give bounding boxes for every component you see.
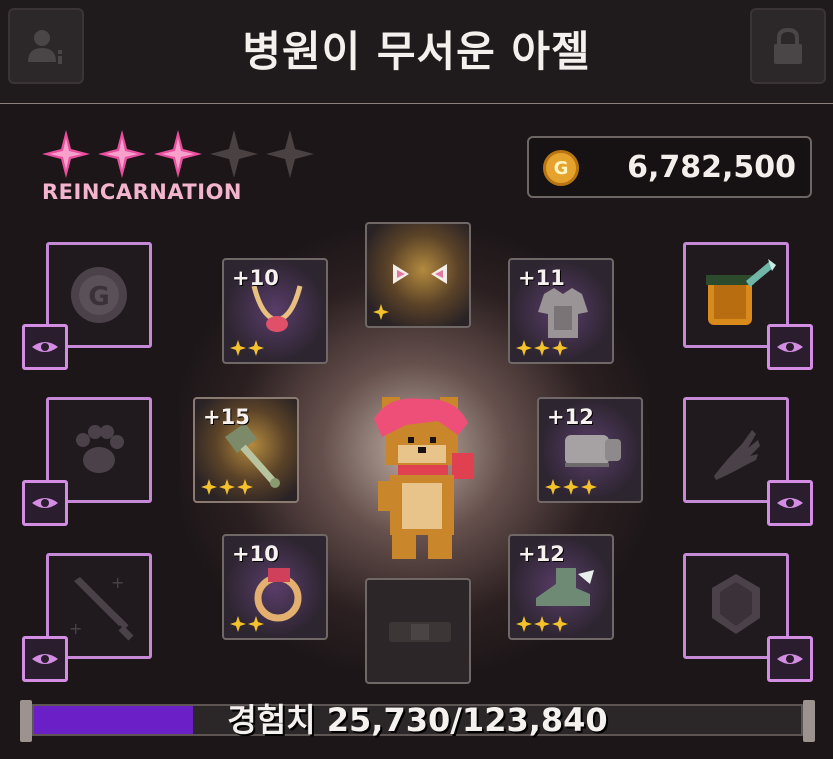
cat-ears-icon	[393, 264, 447, 284]
svg-text:+: +	[69, 619, 82, 638]
equip-slot-armor[interactable]: +11	[508, 258, 614, 364]
rank-diamond-icon	[545, 479, 561, 495]
star-empty-icon	[266, 130, 314, 178]
rank-diamond-icon	[516, 340, 532, 356]
star-filled-icon	[154, 130, 202, 178]
svg-text:G: G	[88, 282, 109, 312]
eye-icon	[32, 342, 58, 352]
view-toggle-button[interactable]	[22, 636, 68, 682]
enhance-level: +12	[547, 405, 594, 429]
equip-slot-head[interactable]	[365, 222, 471, 328]
equip-slot-ring[interactable]: +10	[222, 534, 328, 640]
gloves-icon	[565, 435, 621, 467]
enhance-level: +10	[232, 542, 279, 566]
svg-text:+: +	[111, 573, 124, 592]
star-filled-icon	[42, 130, 90, 178]
star-filled-icon	[98, 130, 146, 178]
eye-icon	[777, 498, 803, 508]
eye-icon	[777, 654, 803, 664]
gold-display: G 6,782,500	[527, 136, 812, 198]
rank-diamond-icon	[248, 616, 264, 632]
rank-diamond-icon	[248, 340, 264, 356]
enhance-level: +11	[518, 266, 565, 290]
eye-icon	[32, 498, 58, 508]
rank-diamond-icon	[581, 479, 597, 495]
belt-icon	[389, 622, 451, 642]
rank-diamond-icon	[230, 340, 246, 356]
equip-slot-necklace[interactable]: +10	[222, 258, 328, 364]
rank-diamond-icon	[552, 616, 568, 632]
character-name-title: 병원이 무서운 아젤	[242, 27, 591, 76]
rank-diamond-icon	[534, 340, 550, 356]
lock-button[interactable]	[750, 8, 826, 84]
equip-slot-gloves[interactable]: +12	[537, 397, 643, 503]
enhance-level: +10	[232, 266, 279, 290]
rank-diamond-icon	[563, 479, 579, 495]
gold-amount: 6,782,500	[627, 150, 796, 185]
top-bar: 병원이 무서운 아젤	[0, 0, 833, 104]
rank-diamond-icon	[230, 616, 246, 632]
view-toggle-button[interactable]	[767, 636, 813, 682]
enhance-level: +15	[203, 405, 250, 429]
rank-diamonds	[230, 616, 264, 632]
eye-icon	[32, 654, 58, 664]
rank-diamonds	[230, 340, 264, 356]
rank-diamond-icon	[516, 616, 532, 632]
rank-diamond-icon	[237, 479, 253, 495]
boots-icon	[536, 568, 594, 606]
character-sprite	[374, 397, 474, 559]
rank-diamond-icon	[552, 340, 568, 356]
reincarnation-stars	[40, 128, 316, 180]
star-empty-icon	[210, 130, 258, 178]
view-toggle-button[interactable]	[767, 324, 813, 370]
experience-bar: 경험치 25,730/123,840	[20, 700, 815, 742]
eye-icon	[777, 342, 803, 352]
gold-coin-icon: G	[543, 150, 579, 186]
rank-diamond-icon	[534, 616, 550, 632]
rank-diamonds	[201, 479, 253, 495]
enhance-level: +12	[518, 542, 565, 566]
reincarnation-label: REINCARNATION	[42, 180, 243, 204]
rank-diamond-icon	[373, 304, 389, 320]
lock-icon	[774, 27, 802, 64]
equip-slot-weapon[interactable]: +15	[193, 397, 299, 503]
rank-diamonds	[545, 479, 597, 495]
rank-diamond-icon	[219, 479, 235, 495]
rank-diamonds	[516, 340, 568, 356]
view-toggle-button[interactable]	[22, 324, 68, 370]
rank-diamonds	[373, 304, 389, 320]
experience-label: 경험치 25,730/123,840	[227, 701, 608, 739]
equip-slot-boots[interactable]: +12	[508, 534, 614, 640]
view-toggle-button[interactable]	[767, 480, 813, 526]
rank-diamonds	[516, 616, 568, 632]
rank-diamond-icon	[201, 479, 217, 495]
equip-slot-belt[interactable]	[365, 578, 471, 684]
view-toggle-button[interactable]	[22, 480, 68, 526]
